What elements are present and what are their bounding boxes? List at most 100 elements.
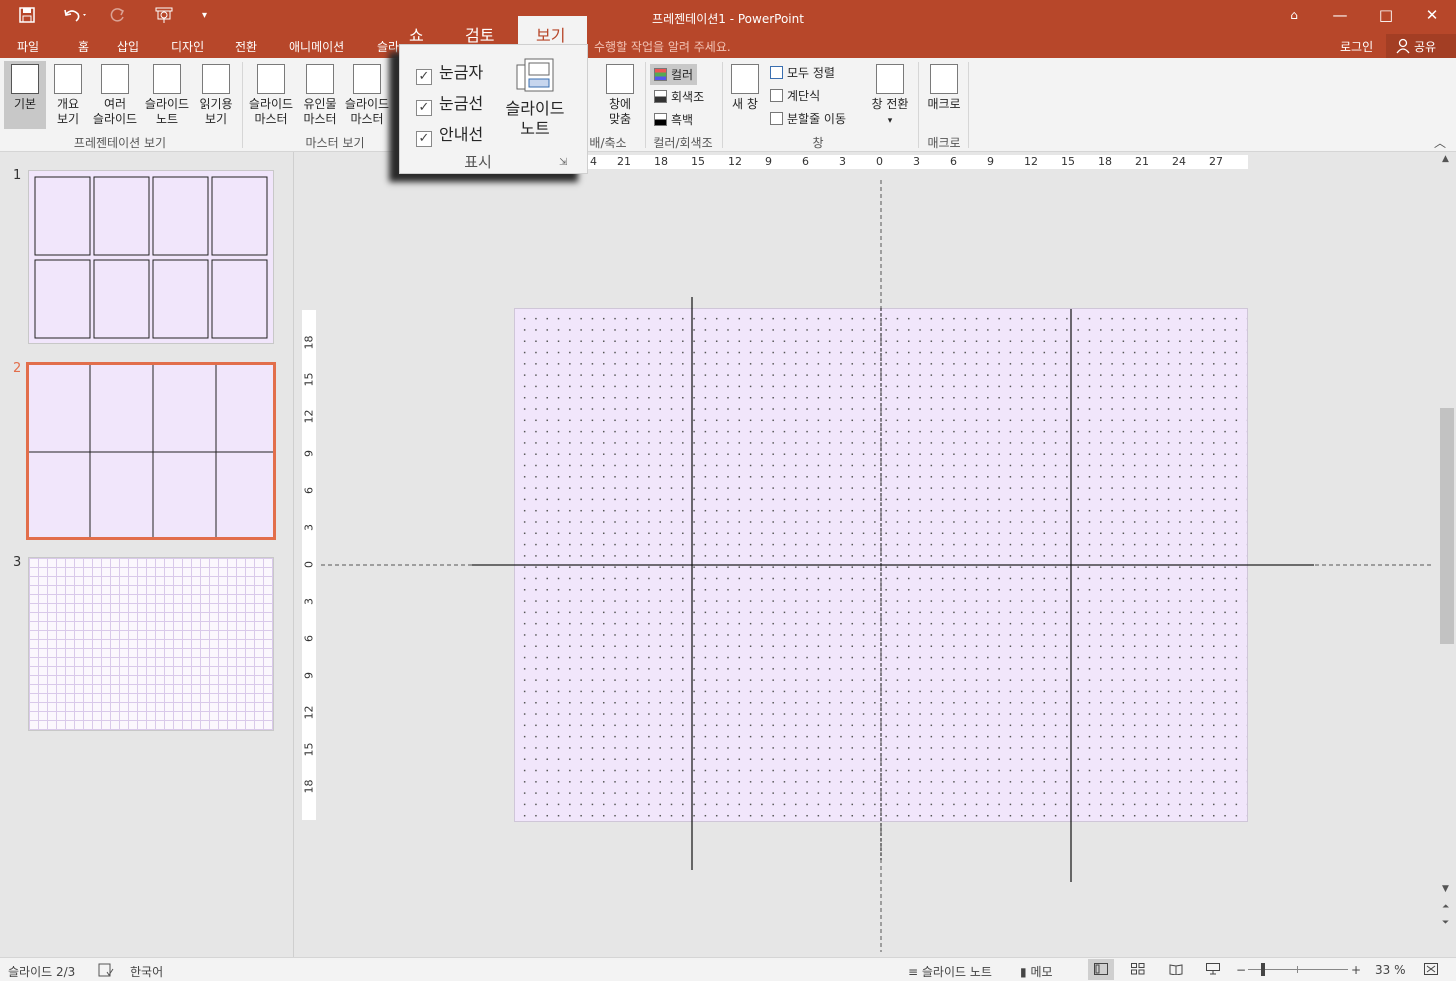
ruler-tick-label: 9 [765,155,772,168]
tab-design[interactable]: 디자인 [171,38,204,55]
slideshow-status-icon[interactable] [1206,963,1220,978]
close-button[interactable]: ✕ [1417,6,1447,24]
tell-me-search[interactable]: 수행할 작업을 알려 주세요. [594,38,731,55]
slide-number: 3 [13,555,22,570]
new-window-label: 새 창 [732,97,758,111]
switch-windows-button[interactable]: 창 전환 ▾ [866,64,914,129]
previous-slide-icon[interactable]: ⏶ [1442,902,1449,912]
ribbon: 기본 개요 보기 여러 슬라이드 슬라이드 노트 읽기용 보기 프레젠테이션 보… [0,58,1456,152]
reading-view-status-icon[interactable] [1169,963,1183,978]
slide-thumbnails-pane: 1 2 3 [0,152,294,957]
ribbon-display-options-icon[interactable]: ⌂ [1279,8,1309,22]
check-icon: ✓ [416,131,432,147]
scroll-down-icon[interactable]: ▼ [1442,884,1449,894]
slide-thumbnail-2[interactable] [26,362,276,540]
notes-pane-button[interactable]: 슬라이드 노트 [500,57,570,139]
slide-2-preview [29,365,273,537]
normal-view-label: 기본 [13,97,37,111]
arrange-all-button[interactable]: 모두 정렬 [770,64,835,81]
language-indicator[interactable]: 한국어 [130,963,163,980]
reading-view-label-1: 읽기용 [199,97,233,111]
zoom-level[interactable]: 33 % [1375,963,1406,977]
slide-thumbnail-3[interactable] [28,557,274,731]
comments-button[interactable]: ▮ 메모 [1020,963,1053,980]
cascade-button[interactable]: 계단식 [770,87,820,104]
notes-master-icon [353,64,381,94]
zoom-out-button[interactable]: − [1236,963,1246,977]
tab-home[interactable]: 홈 [78,38,89,55]
macros-button[interactable]: 매크로 [922,64,966,112]
scroll-thumb[interactable] [1440,408,1454,644]
fit-to-window-button[interactable]: 창에 맞춤 [600,64,640,127]
sign-in-link[interactable]: 로그인 [1340,38,1373,55]
dialog-launcher-icon[interactable]: ⇲ [559,157,567,168]
ruler-tick-label: 3 [913,155,920,168]
grayscale-button[interactable]: 회색조 [654,88,704,105]
slide-thumbnail-1[interactable] [28,170,274,344]
zoom-slider-thumb[interactable] [1261,963,1265,976]
vertical-scrollbar[interactable]: ▲ ▼ ⏶ ⏷ [1438,152,1456,957]
slide-sorter-status-icon[interactable] [1131,963,1145,978]
handout-master-label-1: 유인물 [303,97,337,111]
notes-icon: ≡ [908,965,919,979]
share-label: 공유 [1414,40,1437,54]
zoom-group-label: 배/축소 [589,136,627,150]
ruler-tick-label: 24 [1172,155,1186,168]
black-white-swatch-icon [654,113,667,126]
tab-slideshow-partial[interactable]: 슬라 [377,38,399,55]
ruler-tick-label: 6 [802,155,809,168]
notes-pane-label-2: 노트 [520,119,550,138]
ruler-tick-label: 18 [1098,155,1112,168]
outline-view-button[interactable]: 개요 보기 [48,64,88,127]
slide-number: 1 [13,168,22,183]
notes-toggle-button[interactable]: ≡ 슬라이드 노트 [908,963,992,980]
slide-counter[interactable]: 슬라이드 2/3 [8,963,75,980]
color-mode-button[interactable]: 컬러 [650,64,698,85]
normal-view-button[interactable]: 기본 [4,61,46,129]
grayscale-label: 회색조 [671,90,705,104]
tab-animations[interactable]: 애니메이션 [289,38,344,55]
move-split-button[interactable]: 분할줄 이동 [770,110,846,127]
tab-transitions[interactable]: 전환 [235,38,257,55]
zoom-in-button[interactable]: + [1351,963,1361,977]
notes-master-button[interactable]: 슬라이드 마스터 [342,64,392,127]
ruler-tick-label: 4 [590,155,597,168]
ruler-tick-label: 6 [950,155,957,168]
new-window-button[interactable]: 새 창 [728,64,762,112]
next-slide-icon[interactable]: ⏷ [1442,918,1449,928]
slide-sorter-button[interactable]: 여러 슬라이드 [90,64,140,127]
outline-view-label-1: 개요 [56,97,80,111]
slide-sorter-icon [101,64,129,94]
macros-group-label: 매크로 [927,136,961,150]
spell-check-icon[interactable] [98,963,114,980]
ruler-tick-label: 21 [1135,155,1149,168]
guides-label: 안내선 [439,125,484,144]
ruler-checkbox[interactable]: ✓ 눈금자 [416,59,483,85]
notes-toggle-label: 슬라이드 노트 [921,965,992,979]
check-icon: ✓ [416,69,432,85]
new-window-icon [731,64,759,94]
maximize-button[interactable]: □ [1371,6,1401,24]
window-group-label: 창 [812,136,824,150]
handout-master-button[interactable]: 유인물 마스터 [298,64,342,127]
popup-tab-slideshow[interactable]: 쇼 [409,22,424,46]
popup-tab-review[interactable]: 검토 [465,22,494,46]
reading-view-button[interactable]: 읽기용 보기 [194,64,238,127]
gridlines-checkbox[interactable]: ✓ 눈금선 [416,90,483,116]
guides-checkbox[interactable]: ✓ 안내선 [416,121,483,147]
share-button[interactable]: 공유 [1386,34,1456,58]
black-white-button[interactable]: 흑백 [654,111,693,128]
slide-master-button[interactable]: 슬라이드 마스터 [246,64,296,127]
notes-page-button[interactable]: 슬라이드 노트 [142,64,192,127]
minimize-button[interactable]: — [1325,6,1355,24]
tab-file[interactable]: 파일 [17,38,39,55]
ruler-tick-label: 0 [876,155,883,168]
collapse-ribbon-icon[interactable]: ︿ [1434,134,1446,151]
fit-slide-icon[interactable] [1424,963,1438,978]
guides-overlay [321,180,1431,952]
scroll-up-icon[interactable]: ▲ [1442,154,1449,164]
tab-insert[interactable]: 삽입 [117,38,139,55]
zoom-slider-midmark [1297,966,1298,973]
color-swatch-icon [654,68,667,81]
notes-pane-label-1: 슬라이드 [505,99,565,118]
